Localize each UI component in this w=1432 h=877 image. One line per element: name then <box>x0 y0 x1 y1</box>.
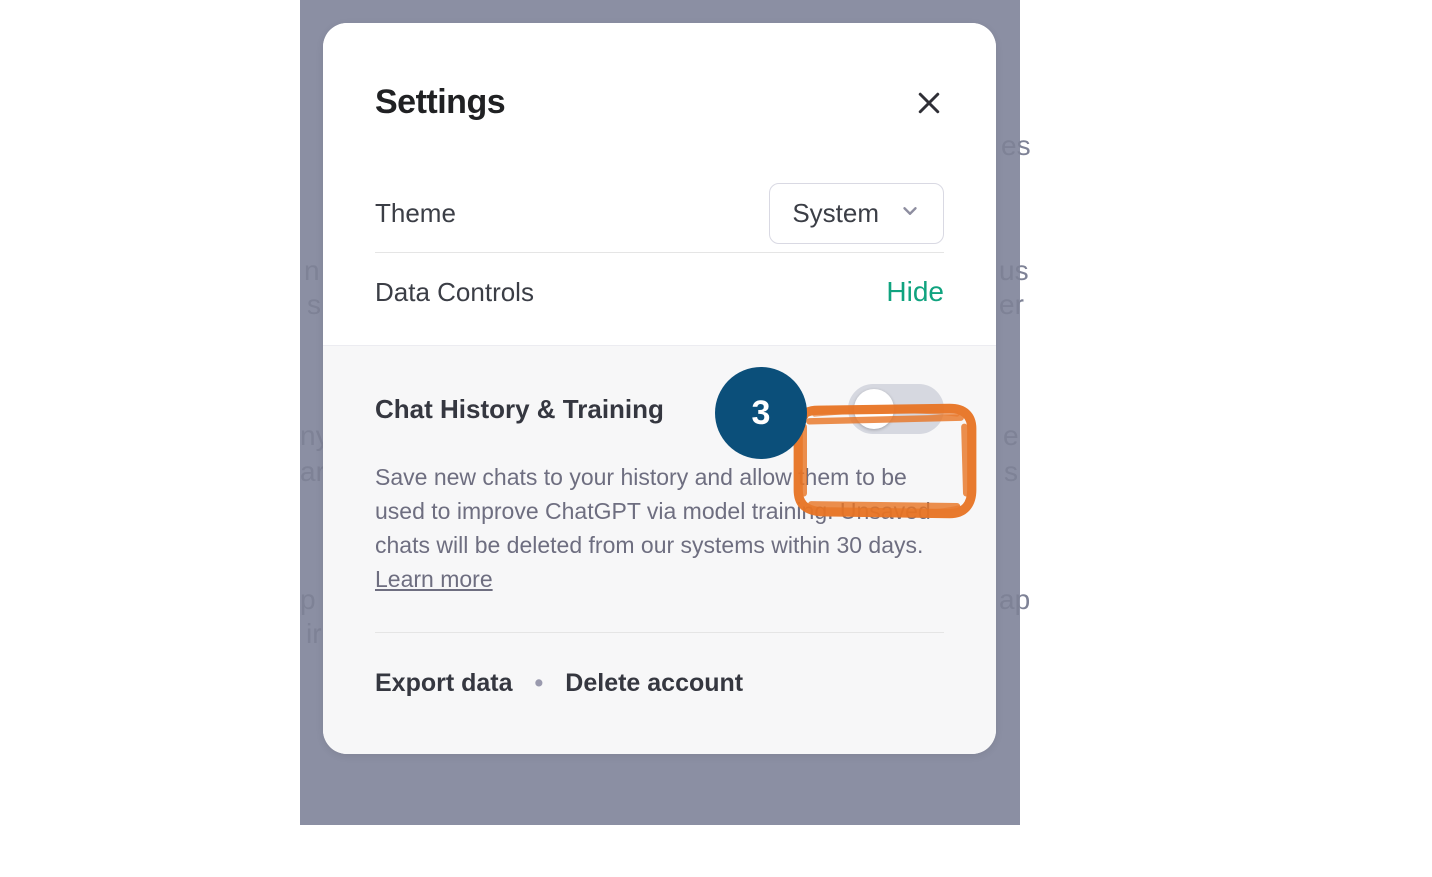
backdrop-text-fragment: e <box>1003 420 1019 452</box>
backdrop-text-fragment: ar <box>300 456 325 488</box>
chat-history-toggle[interactable] <box>848 384 944 434</box>
theme-label: Theme <box>375 198 456 229</box>
annotation-step-badge: 3 <box>715 367 807 459</box>
export-data-button[interactable]: Export data <box>375 669 513 698</box>
backdrop-text-fragment: n <box>304 255 320 287</box>
annotation-step-number: 3 <box>752 394 771 433</box>
chevron-down-icon <box>899 198 921 229</box>
learn-more-link[interactable]: Learn more <box>375 566 493 592</box>
close-button[interactable] <box>914 88 944 118</box>
backdrop-text-fragment: us <box>999 255 1029 287</box>
theme-select[interactable]: System <box>769 183 944 244</box>
separator-dot: • <box>535 669 544 698</box>
chat-history-title: Chat History & Training <box>375 394 664 425</box>
data-controls-label: Data Controls <box>375 277 534 308</box>
delete-account-button[interactable]: Delete account <box>565 669 743 698</box>
divider <box>375 632 944 633</box>
toggle-knob <box>854 389 894 429</box>
backdrop-text-fragment: s <box>1004 456 1018 488</box>
backdrop-text-fragment: s <box>307 289 321 321</box>
backdrop-text-fragment: er <box>999 289 1024 321</box>
backdrop-text-fragment: es <box>1001 130 1031 162</box>
close-icon <box>914 88 944 118</box>
theme-select-value: System <box>792 198 879 229</box>
modal-title: Settings <box>375 83 505 122</box>
settings-modal: Settings Theme System <box>323 23 996 754</box>
backdrop-text-fragment: ir <box>306 618 322 650</box>
chat-history-description: Save new chats to your history and allow… <box>375 460 944 596</box>
backdrop-text-fragment: ap <box>999 584 1030 616</box>
data-controls-toggle-link[interactable]: Hide <box>886 276 944 308</box>
